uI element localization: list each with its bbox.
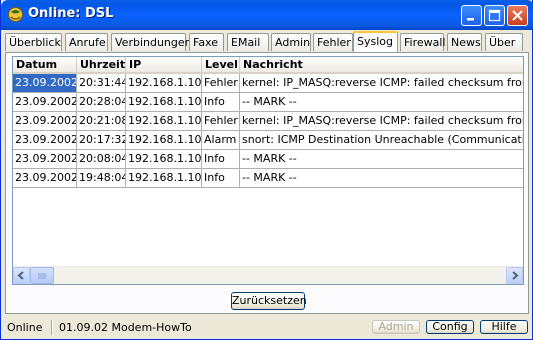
cell-ip: 192.168.1.100 <box>126 93 202 112</box>
config-button[interactable]: Config <box>426 320 474 334</box>
status-divider <box>51 320 53 335</box>
maximize-button[interactable] <box>484 5 505 26</box>
table-row[interactable]: 23.09.2002 20:21:08 192.168.1.10 Fehler … <box>13 112 523 131</box>
admin-button[interactable]: Admin <box>372 320 420 334</box>
cell-datum: 23.09.2002 <box>13 74 77 93</box>
tab-fehler[interactable]: Fehler <box>313 33 353 51</box>
table-row[interactable]: 23.09.2002 20:08:04 192.168.1.100 Info -… <box>13 150 523 169</box>
tab-ueber[interactable]: Über <box>485 33 523 51</box>
cell-uhrzeit: 20:21:08 <box>77 112 126 131</box>
tab-admin[interactable]: Admin <box>271 33 311 51</box>
tab-firewall[interactable]: Firewall <box>400 33 445 51</box>
cell-datum: 23.09.2002 <box>13 150 77 169</box>
horizontal-scrollbar[interactable] <box>13 266 523 284</box>
scroll-thumb[interactable] <box>30 267 54 284</box>
title-bar[interactable]: Online: DSL <box>1 0 533 30</box>
cell-datum: 23.09.2002 <box>13 112 77 131</box>
column-header-level[interactable]: Level <box>202 57 240 74</box>
close-button[interactable] <box>507 5 528 26</box>
syslog-panel: Datum Uhrzeit IP Level Nachricht 23.09.2… <box>5 52 529 314</box>
cell-ip: 192.168.1.100 <box>126 150 202 169</box>
cell-nachricht: kernel: IP_MASQ:reverse ICMP: failed che… <box>240 74 523 93</box>
cell-ip: 192.168.1.10 <box>126 131 202 150</box>
cell-level: Fehler <box>202 74 240 93</box>
tab-verbindungen[interactable]: Verbindungen <box>111 33 192 51</box>
tab-syslog[interactable]: Syslog <box>353 31 398 52</box>
list-header: Datum Uhrzeit IP Level Nachricht <box>13 57 523 74</box>
table-row[interactable]: 23.09.2002 20:28:04 192.168.1.100 Info -… <box>13 93 523 112</box>
cell-datum: 23.09.2002 <box>13 169 77 188</box>
tab-faxe[interactable]: Faxe <box>189 33 224 51</box>
tab-ueberblick[interactable]: Überblick <box>5 33 62 51</box>
table-row[interactable]: 23.09.2002 20:17:32 192.168.1.10 Alarm s… <box>13 131 523 150</box>
grip-icon <box>38 273 46 279</box>
cell-level: Info <box>202 93 240 112</box>
table-row[interactable]: 23.09.2002 20:31:44 192.168.1.10 Fehler … <box>13 74 523 93</box>
column-header-uhrzeit[interactable]: Uhrzeit <box>77 57 126 74</box>
cell-ip: 192.168.1.10 <box>126 112 202 131</box>
cell-nachricht: kernel: IP_MASQ:reverse ICMP: failed che… <box>240 112 523 131</box>
app-icon <box>8 7 23 22</box>
column-header-nachricht[interactable]: Nachricht <box>240 57 523 74</box>
minimize-icon <box>467 18 474 21</box>
scroll-right-button[interactable] <box>506 267 523 284</box>
cell-uhrzeit: 20:28:04 <box>77 93 126 112</box>
status-info: 01.09.02 Modem-HowTo <box>59 321 192 334</box>
cell-nachricht: -- MARK -- <box>240 169 523 188</box>
cell-level: Alarm <box>202 131 240 150</box>
arrow-right-icon <box>512 271 519 280</box>
cell-uhrzeit: 19:48:04 <box>77 169 126 188</box>
tab-strip: Überblick Anrufe Verbindungen Faxe EMail… <box>5 31 529 53</box>
tab-email[interactable]: EMail <box>227 33 269 51</box>
window: Online: DSL Überblick Anrufe Verbindunge… <box>0 0 533 340</box>
cell-level: Info <box>202 169 240 188</box>
cell-uhrzeit: 20:31:44 <box>77 74 126 93</box>
table-row[interactable]: 23.09.2002 19:48:04 192.168.1.100 Info -… <box>13 169 523 188</box>
arrow-left-icon <box>17 271 24 280</box>
connection-status: Online <box>7 321 43 334</box>
status-bar: Online 01.09.02 Modem-HowTo Admin Config… <box>1 318 532 338</box>
cell-datum: 23.09.2002 <box>13 93 77 112</box>
reset-button[interactable]: Zurücksetzen <box>231 292 307 310</box>
cell-nachricht: -- MARK -- <box>240 150 523 169</box>
cell-nachricht: -- MARK -- <box>240 93 523 112</box>
syslog-list[interactable]: Datum Uhrzeit IP Level Nachricht 23.09.2… <box>12 56 524 285</box>
close-icon <box>512 10 523 21</box>
cell-level: Info <box>202 150 240 169</box>
cell-level: Fehler <box>202 112 240 131</box>
cell-uhrzeit: 20:08:04 <box>77 150 126 169</box>
minimize-button[interactable] <box>461 5 482 26</box>
maximize-icon <box>488 9 501 22</box>
help-button[interactable]: Hilfe <box>480 320 528 334</box>
cell-datum: 23.09.2002 <box>13 131 77 150</box>
column-header-datum[interactable]: Datum <box>13 57 77 74</box>
scroll-left-button[interactable] <box>13 267 30 284</box>
column-header-ip[interactable]: IP <box>126 57 202 74</box>
tab-anrufe[interactable]: Anrufe <box>65 33 108 51</box>
window-title: Online: DSL <box>28 6 114 21</box>
cell-uhrzeit: 20:17:32 <box>77 131 126 150</box>
tab-news[interactable]: News <box>447 33 482 51</box>
cell-ip: 192.168.1.10 <box>126 74 202 93</box>
cell-ip: 192.168.1.100 <box>126 169 202 188</box>
cell-nachricht: snort: ICMP Destination Unreachable (Com… <box>240 131 523 150</box>
